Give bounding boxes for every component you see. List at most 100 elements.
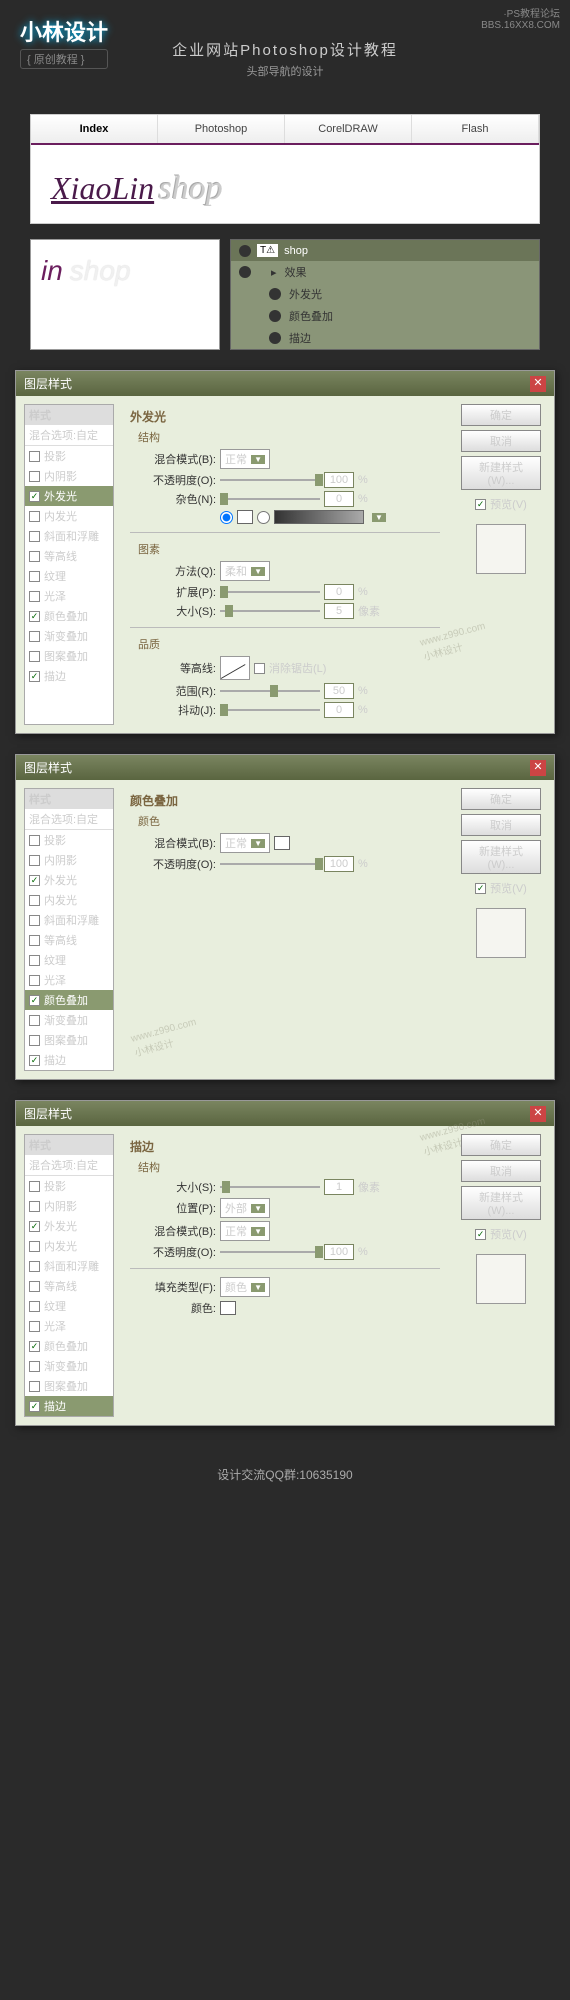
style-item[interactable]: 斜面和浮雕 (25, 910, 113, 930)
style-item-outer-glow[interactable]: 外发光 (25, 486, 113, 506)
dialog-titlebar[interactable]: 图层样式 ✕ (16, 755, 554, 780)
style-item[interactable]: 外发光 (25, 870, 113, 890)
checkbox[interactable] (29, 875, 40, 886)
layers-header[interactable]: T⚠ shop (231, 240, 539, 261)
checkbox[interactable] (29, 1361, 40, 1372)
gradient-radio[interactable] (257, 511, 270, 524)
checkbox[interactable] (29, 551, 40, 562)
style-item-stroke[interactable]: 描边 (25, 1396, 113, 1416)
opacity-input[interactable]: 100 (324, 856, 354, 872)
checkbox[interactable] (29, 531, 40, 542)
blend-mode-select[interactable]: 正常▼ (220, 1221, 270, 1241)
checkbox[interactable] (29, 1401, 40, 1412)
style-item[interactable]: 图案叠加 (25, 646, 113, 666)
layer-effect-item[interactable]: 描边 (261, 327, 539, 349)
checkbox[interactable] (29, 1201, 40, 1212)
eye-icon[interactable] (269, 332, 281, 344)
spread-slider[interactable] (220, 591, 320, 593)
close-icon[interactable]: ✕ (530, 760, 546, 776)
nav-tab-index[interactable]: Index (31, 115, 158, 143)
style-item[interactable]: 内发光 (25, 1236, 113, 1256)
style-item[interactable]: 等高线 (25, 546, 113, 566)
checkbox[interactable] (29, 1381, 40, 1392)
noise-input[interactable]: 0 (324, 491, 354, 507)
style-item[interactable]: 纹理 (25, 950, 113, 970)
checkbox[interactable] (29, 1301, 40, 1312)
style-item[interactable]: 投影 (25, 830, 113, 850)
style-item[interactable]: 投影 (25, 1176, 113, 1196)
ok-button[interactable]: 确定 (461, 404, 541, 426)
new-style-button[interactable]: 新建样式(W)... (461, 456, 541, 490)
opacity-input[interactable]: 100 (324, 472, 354, 488)
opacity-slider[interactable] (220, 863, 320, 865)
checkbox[interactable] (29, 1181, 40, 1192)
size-slider[interactable] (220, 610, 320, 612)
cancel-button[interactable]: 取消 (461, 814, 541, 836)
style-item[interactable]: 等高线 (25, 930, 113, 950)
blend-mode-select[interactable]: 正常▼ (220, 449, 270, 469)
cancel-button[interactable]: 取消 (461, 430, 541, 452)
checkbox[interactable] (29, 511, 40, 522)
checkbox[interactable] (29, 471, 40, 482)
new-style-button[interactable]: 新建样式(W)... (461, 840, 541, 874)
checkbox[interactable] (29, 995, 40, 1006)
style-item[interactable]: 内阴影 (25, 1196, 113, 1216)
ok-button[interactable]: 确定 (461, 1134, 541, 1156)
checkbox[interactable] (29, 975, 40, 986)
style-item[interactable]: 等高线 (25, 1276, 113, 1296)
opacity-slider[interactable] (220, 1251, 320, 1253)
checkbox[interactable] (29, 571, 40, 582)
color-swatch[interactable] (237, 510, 253, 524)
style-item[interactable]: 斜面和浮雕 (25, 1256, 113, 1276)
style-item[interactable]: 内阴影 (25, 850, 113, 870)
nav-tab-photoshop[interactable]: Photoshop (158, 115, 285, 143)
blend-options[interactable]: 混合选项:自定 (25, 809, 113, 830)
eye-icon[interactable] (239, 245, 251, 257)
checkbox[interactable] (29, 451, 40, 462)
position-select[interactable]: 外部▼ (220, 1198, 270, 1218)
anti-alias-checkbox[interactable] (254, 663, 265, 674)
size-slider[interactable] (220, 1186, 320, 1188)
layer-effect-item[interactable]: 颜色叠加 (261, 305, 539, 327)
noise-slider[interactable] (220, 498, 320, 500)
checkbox[interactable] (29, 671, 40, 682)
cancel-button[interactable]: 取消 (461, 1160, 541, 1182)
style-item[interactable]: 渐变叠加 (25, 626, 113, 646)
style-item[interactable]: 内阴影 (25, 466, 113, 486)
checkbox[interactable] (29, 1281, 40, 1292)
style-item[interactable]: 光泽 (25, 1316, 113, 1336)
blend-mode-select[interactable]: 正常▼ (220, 833, 270, 853)
method-select[interactable]: 柔和▼ (220, 561, 270, 581)
contour-picker[interactable] (220, 656, 250, 680)
fill-type-select[interactable]: 颜色▼ (220, 1277, 270, 1297)
dialog-titlebar[interactable]: 图层样式 ✕ (16, 1101, 554, 1126)
checkbox[interactable] (29, 591, 40, 602)
checkbox[interactable] (29, 935, 40, 946)
dialog-titlebar[interactable]: 图层样式 ✕ (16, 371, 554, 396)
spread-input[interactable]: 0 (324, 584, 354, 600)
new-style-button[interactable]: 新建样式(W)... (461, 1186, 541, 1220)
style-item[interactable]: 描边 (25, 1050, 113, 1070)
checkbox[interactable] (29, 835, 40, 846)
opacity-input[interactable]: 100 (324, 1244, 354, 1260)
nav-tab-coreldraw[interactable]: CorelDRAW (285, 115, 412, 143)
layer-effects[interactable]: ▸ 效果 (231, 261, 539, 283)
color-swatch[interactable] (220, 1301, 236, 1315)
style-item[interactable]: 光泽 (25, 586, 113, 606)
eye-icon[interactable] (239, 266, 251, 278)
color-radio[interactable] (220, 511, 233, 524)
close-icon[interactable]: ✕ (530, 376, 546, 392)
range-slider[interactable] (220, 690, 320, 692)
ok-button[interactable]: 确定 (461, 788, 541, 810)
gradient-picker[interactable] (274, 510, 364, 524)
size-input[interactable]: 5 (324, 603, 354, 619)
eye-icon[interactable] (269, 310, 281, 322)
checkbox[interactable] (29, 631, 40, 642)
style-item[interactable]: 外发光 (25, 1216, 113, 1236)
style-item[interactable]: 内发光 (25, 506, 113, 526)
style-item[interactable]: 颜色叠加 (25, 1336, 113, 1356)
checkbox[interactable] (29, 895, 40, 906)
eye-icon[interactable] (269, 288, 281, 300)
style-item[interactable]: 纹理 (25, 566, 113, 586)
color-swatch[interactable] (274, 836, 290, 850)
